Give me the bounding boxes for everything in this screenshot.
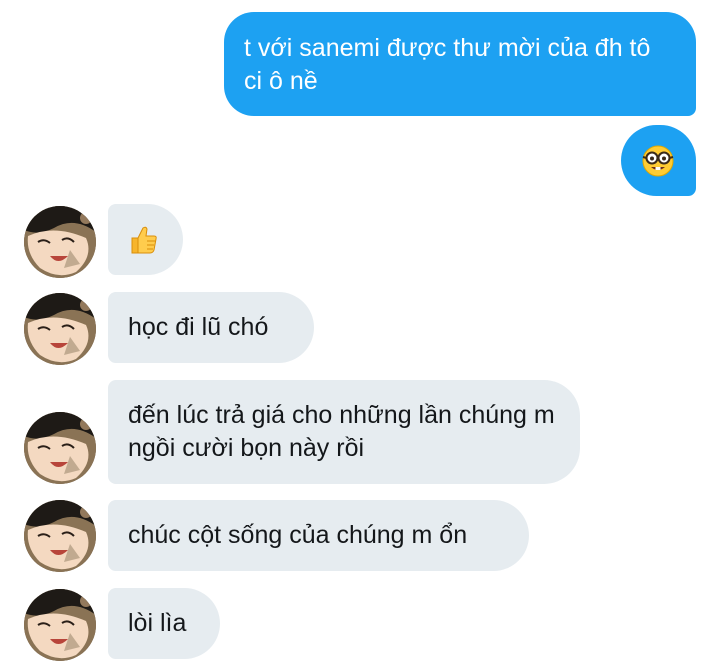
outgoing-emoji-bubble[interactable] — [621, 125, 696, 196]
incoming-message-bubble[interactable]: học đi lũ chó — [108, 292, 314, 363]
message-text: t với sanemi được thư mời của đh tô ci ô… — [244, 34, 651, 95]
incoming-emoji-bubble[interactable] — [108, 204, 183, 275]
message-text: đến lúc trả giá cho những lần chúng m ng… — [128, 401, 555, 462]
avatar[interactable] — [24, 206, 96, 278]
thumbs-up-icon — [131, 226, 157, 254]
message-text: lòi lìa — [128, 609, 187, 637]
avatar[interactable] — [24, 589, 96, 661]
incoming-message-bubble[interactable]: lòi lìa — [108, 588, 220, 659]
message-text: chúc cột sống của chúng m ổn — [128, 521, 468, 549]
avatar[interactable] — [24, 500, 96, 572]
outgoing-message-bubble[interactable]: t với sanemi được thư mời của đh tô ci ô… — [224, 12, 696, 116]
avatar[interactable] — [24, 412, 96, 484]
message-text: học đi lũ chó — [128, 313, 269, 341]
nerd-face-icon — [642, 145, 674, 177]
avatar[interactable] — [24, 293, 96, 365]
incoming-message-bubble[interactable]: đến lúc trả giá cho những lần chúng m ng… — [108, 380, 580, 484]
incoming-message-bubble[interactable]: chúc cột sống của chúng m ổn — [108, 500, 529, 571]
